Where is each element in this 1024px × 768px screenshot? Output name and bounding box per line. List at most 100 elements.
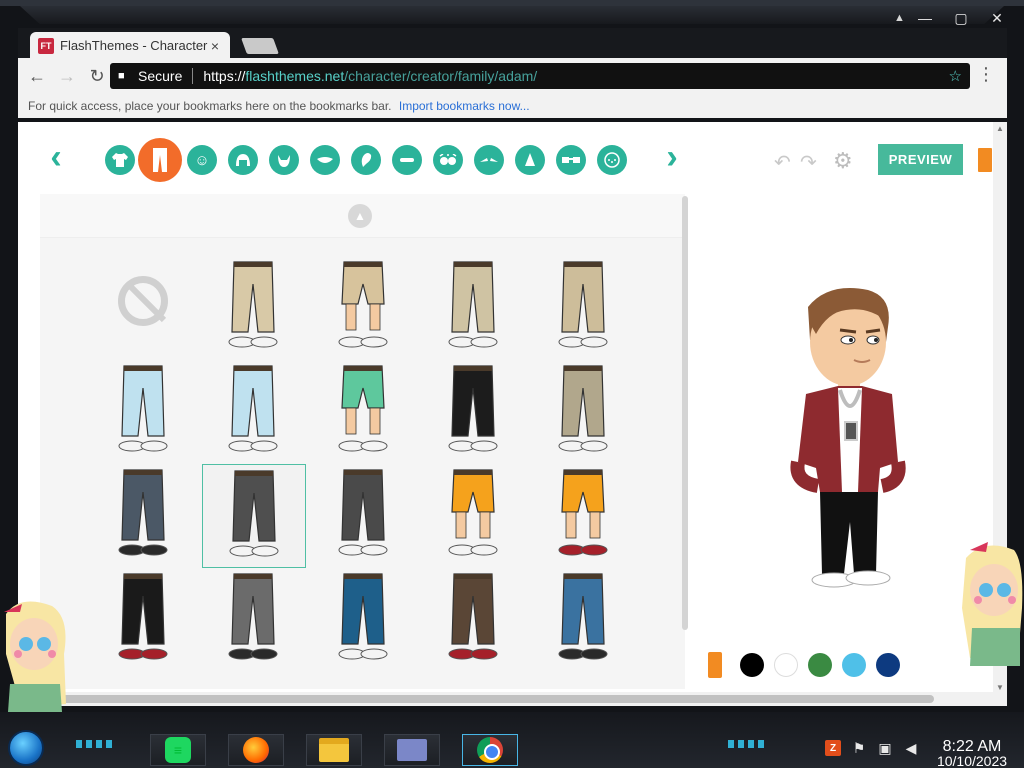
pants-item-icon bbox=[558, 365, 608, 452]
grid-scrollbar[interactable] bbox=[682, 196, 688, 630]
mouth-category-icon[interactable] bbox=[310, 145, 340, 175]
pants-item-grey-pants-black-boots[interactable] bbox=[202, 568, 306, 672]
firefox-taskbar-button[interactable] bbox=[228, 734, 284, 766]
import-bookmarks-link[interactable]: Import bookmarks now... bbox=[399, 99, 530, 113]
firefox-icon bbox=[243, 737, 269, 763]
pants-item-icon bbox=[338, 573, 388, 660]
page-scroll-down-icon[interactable]: ▼ bbox=[996, 683, 1004, 692]
eyebrow-shape-category-icon[interactable] bbox=[392, 145, 422, 175]
eyebrows-category-icon[interactable] bbox=[474, 145, 504, 175]
close-window-icon[interactable]: ✕ bbox=[982, 8, 1012, 28]
file-explorer-taskbar-button[interactable] bbox=[306, 734, 362, 766]
horizontal-scroll-thumb[interactable] bbox=[34, 695, 934, 703]
address-bar[interactable]: ■ Secure https:// flashthemes.net /chara… bbox=[110, 63, 970, 89]
freckles-category-icon[interactable] bbox=[597, 145, 627, 175]
control-panel-icon bbox=[397, 739, 427, 761]
category-next-icon[interactable]: › bbox=[658, 140, 686, 176]
ear-category-icon[interactable] bbox=[351, 145, 381, 175]
user-profile-icon[interactable]: ▲ bbox=[894, 12, 906, 24]
tab-flashthemes[interactable]: FT FlashThemes - Character × bbox=[30, 32, 230, 59]
start-button[interactable] bbox=[8, 730, 44, 766]
flag-icon[interactable]: ⚑ bbox=[851, 740, 867, 756]
pants-item-orange-shorts-red-sneakers[interactable] bbox=[532, 464, 636, 568]
undo-icon[interactable]: ↶ bbox=[774, 150, 791, 175]
taskbar-decoration bbox=[728, 740, 766, 748]
pants-item-green-shorts-socks[interactable] bbox=[312, 360, 416, 464]
pants-item-camo-cargo-pants[interactable] bbox=[532, 360, 636, 464]
pants-item-icon bbox=[558, 261, 608, 348]
pants-item-light-blue-pants-grey-shoes[interactable] bbox=[92, 360, 196, 464]
window-title-bar bbox=[20, 6, 1004, 24]
pants-item-brown-tattered-pants[interactable] bbox=[422, 568, 526, 672]
pants-item-blue-jeans-white-shoes[interactable] bbox=[312, 568, 416, 672]
cartoon-girl-right-icon bbox=[962, 542, 1023, 666]
horizontal-scrollbar[interactable] bbox=[18, 692, 993, 706]
chrome-taskbar-button[interactable] bbox=[462, 734, 518, 766]
save-icon[interactable] bbox=[978, 148, 992, 172]
bookmark-star-icon[interactable]: ☆ bbox=[949, 67, 962, 85]
pants-item-black-pants-red-boots[interactable] bbox=[92, 568, 196, 672]
pants-item-light-blue-pants-sandals[interactable] bbox=[202, 360, 306, 464]
item-grid-panel: ▲ bbox=[40, 194, 685, 689]
pants-item-khaki-pants-white-sneakers[interactable] bbox=[422, 256, 526, 360]
pants-item-none[interactable] bbox=[92, 256, 196, 360]
pants-item-jeans-brown-boots[interactable] bbox=[532, 568, 636, 672]
face-category-icon[interactable]: ☺ bbox=[187, 145, 217, 175]
pants-item-icon bbox=[228, 573, 278, 660]
pants-item-icon bbox=[558, 573, 608, 660]
flashthemes-favicon-icon: FT bbox=[38, 37, 54, 54]
clock-time: 8:22 AM bbox=[942, 738, 1002, 755]
redo-icon[interactable]: ↷ bbox=[800, 150, 817, 175]
page-viewport: ‹ ☺ › ↶ ↷ ⚙ PREVIEW ▲ ▲ ▼ bbox=[18, 122, 1007, 706]
pants-item-icon bbox=[118, 573, 168, 660]
filezilla-tray-icon[interactable]: Z bbox=[825, 740, 841, 756]
forward-icon[interactable]: → bbox=[52, 61, 82, 91]
pants-item-icon bbox=[448, 261, 498, 348]
minimize-icon[interactable]: — bbox=[910, 8, 940, 28]
upper-body-category-icon[interactable] bbox=[105, 145, 135, 175]
spotify-taskbar-button[interactable]: ≡ bbox=[150, 734, 206, 766]
control-panel-taskbar-button[interactable] bbox=[384, 734, 440, 766]
browser-toolbar: ← → ↻ ■ Secure https:// flashthemes.net … bbox=[18, 58, 1007, 94]
browser-menu-icon[interactable]: ⋮ bbox=[977, 64, 995, 84]
color-swatch[interactable] bbox=[774, 653, 798, 677]
pants-item-slate-pants-black-boots[interactable] bbox=[92, 464, 196, 568]
pants-item-icon bbox=[338, 365, 388, 452]
glasses-category-icon[interactable] bbox=[556, 145, 586, 175]
pants-item-black-white-pants[interactable] bbox=[422, 360, 526, 464]
network-icon[interactable]: ▣ bbox=[877, 740, 893, 756]
taskbar: ≡ Z ⚑ ▣ ◀ 8:22 AM 10/10/2023 bbox=[0, 712, 1024, 768]
pants-item-torn-grey-pants[interactable] bbox=[312, 464, 416, 568]
category-prev-icon[interactable]: ‹ bbox=[42, 140, 70, 176]
pants-item-orange-shorts-sneakers[interactable] bbox=[422, 464, 526, 568]
nose-category-icon[interactable] bbox=[515, 145, 545, 175]
pants-item-khaki-pants-white-shoes[interactable] bbox=[202, 256, 306, 360]
settings-gear-icon[interactable]: ⚙ bbox=[833, 148, 853, 174]
color-swatch[interactable] bbox=[842, 653, 866, 677]
tab-close-icon[interactable]: × bbox=[208, 38, 222, 54]
beard-category-icon[interactable] bbox=[269, 145, 299, 175]
hair-category-icon[interactable] bbox=[228, 145, 258, 175]
grid-scroll-up-icon[interactable]: ▲ bbox=[348, 204, 372, 228]
preview-button[interactable]: PREVIEW bbox=[878, 144, 963, 175]
url-scheme: https:// bbox=[203, 68, 246, 84]
pants-item-khaki-capri-sandals[interactable] bbox=[312, 256, 416, 360]
pants-item-icon bbox=[558, 469, 608, 556]
page-scroll-up-icon[interactable]: ▲ bbox=[996, 124, 1004, 133]
new-tab-button[interactable] bbox=[241, 38, 279, 54]
back-icon[interactable]: ← bbox=[22, 61, 52, 91]
color-swatch[interactable] bbox=[876, 653, 900, 677]
lower-body-category-icon[interactable] bbox=[138, 138, 182, 182]
pants-item-khaki-cargo-pants[interactable] bbox=[532, 256, 636, 360]
system-tray: Z ⚑ ▣ ◀ bbox=[825, 740, 919, 756]
eyes-category-icon[interactable] bbox=[433, 145, 463, 175]
lock-icon: ■ bbox=[118, 70, 125, 82]
volume-icon[interactable]: ◀ bbox=[903, 740, 919, 756]
color-swatch[interactable] bbox=[808, 653, 832, 677]
pants-item-dark-grey-pants-black-shoes[interactable] bbox=[202, 464, 306, 568]
color-swatch[interactable] bbox=[740, 653, 764, 677]
taskbar-clock[interactable]: 8:22 AM 10/10/2023 bbox=[930, 739, 1014, 768]
reload-icon[interactable]: ↻ bbox=[82, 61, 112, 91]
maximize-icon[interactable]: ▢ bbox=[946, 8, 976, 28]
tab-strip: FT FlashThemes - Character × bbox=[18, 28, 1007, 59]
